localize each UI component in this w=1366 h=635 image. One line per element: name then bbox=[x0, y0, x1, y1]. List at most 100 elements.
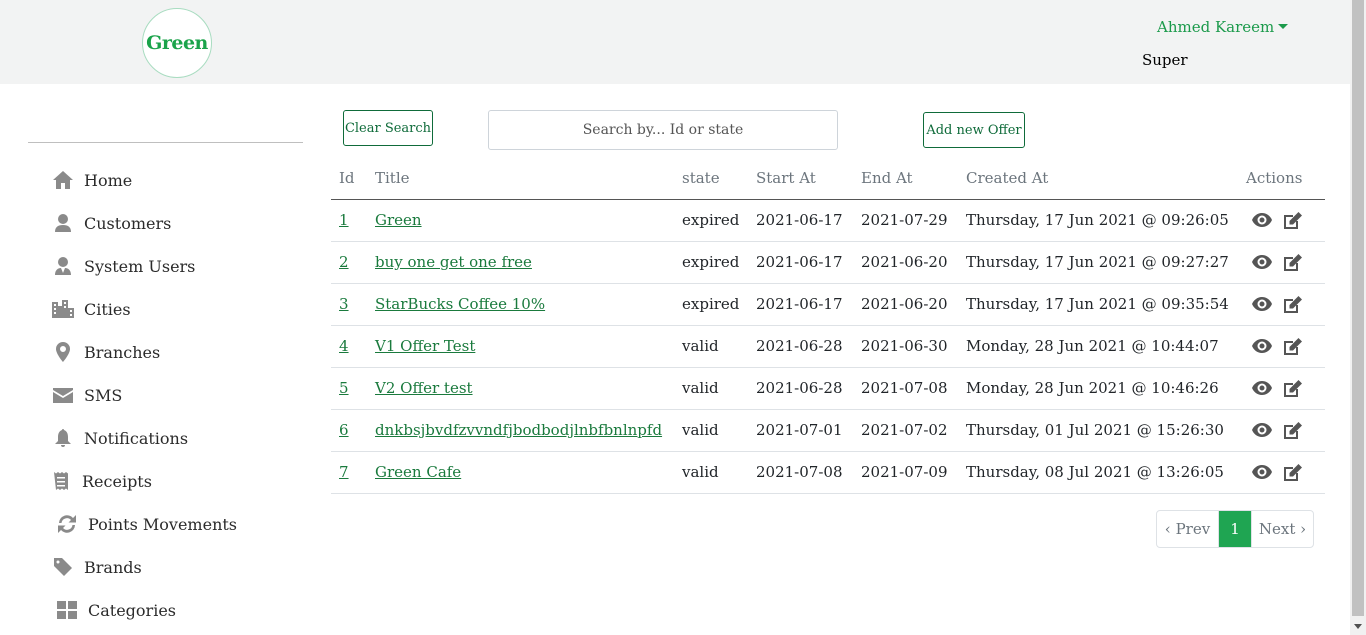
cell-state: expired bbox=[674, 283, 748, 326]
sidebar-item-label: Notifications bbox=[84, 428, 189, 448]
sidebar-item-label: Cities bbox=[84, 299, 131, 319]
vertical-scrollbar[interactable] bbox=[1350, 0, 1366, 635]
sidebar-item-notifications[interactable]: Notifications bbox=[52, 425, 188, 451]
sidebar-item-branches[interactable]: Branches bbox=[52, 339, 160, 365]
offer-title-link[interactable]: Green Cafe bbox=[375, 463, 461, 481]
user-menu-toggle[interactable]: Ahmed Kareem bbox=[1157, 18, 1289, 36]
column-header-title[interactable]: Title bbox=[367, 158, 674, 200]
bell-icon bbox=[52, 428, 74, 448]
column-header-created[interactable]: Created At bbox=[958, 158, 1238, 200]
table-row: 1 Green expired 2021-06-17 2021-07-29 Thursda… bbox=[331, 199, 1325, 242]
sidebar-item-sms[interactable]: SMS bbox=[52, 382, 122, 408]
cell-end: 2021-07-02 bbox=[853, 409, 958, 452]
cell-start: 2021-06-17 bbox=[748, 241, 853, 284]
cell-created: Monday, 28 Jun 2021 @ 10:46:26 bbox=[958, 367, 1238, 410]
search-input[interactable] bbox=[488, 110, 838, 150]
sidebar-item-points-movements[interactable]: Points Movements bbox=[56, 511, 237, 537]
scrollbar-thumb[interactable] bbox=[1352, 0, 1364, 616]
pagination: ‹ Prev 1 Next › bbox=[1156, 510, 1314, 548]
map-marker-icon bbox=[52, 342, 74, 362]
cell-state: valid bbox=[674, 367, 748, 410]
view-eye-icon[interactable] bbox=[1252, 423, 1272, 437]
cell-actions bbox=[1238, 283, 1325, 326]
clear-search-button[interactable]: Clear Search bbox=[343, 110, 433, 146]
sidebar-item-label: Brands bbox=[84, 557, 142, 577]
sidebar-item-label: Customers bbox=[84, 213, 172, 233]
column-header-state[interactable]: state bbox=[674, 158, 748, 200]
current-page-button[interactable]: 1 bbox=[1219, 511, 1251, 547]
cell-end: 2021-06-20 bbox=[853, 283, 958, 326]
edit-icon[interactable] bbox=[1284, 337, 1302, 355]
envelope-icon bbox=[52, 385, 74, 405]
cell-created: Thursday, 08 Jul 2021 @ 13:26:05 bbox=[958, 451, 1238, 494]
view-eye-icon[interactable] bbox=[1252, 465, 1272, 479]
column-header-start[interactable]: Start At bbox=[748, 158, 853, 200]
offer-title-link[interactable]: V1 Offer Test bbox=[375, 337, 475, 355]
cell-title: V2 Offer test bbox=[367, 367, 674, 410]
tag-icon bbox=[52, 557, 74, 577]
table-row: 7 Green Cafe valid 2021-07-08 2021-07-09 Thur… bbox=[331, 451, 1325, 494]
offer-title-link[interactable]: buy one get one free bbox=[375, 253, 532, 271]
sidebar-item-label: Points Movements bbox=[88, 514, 238, 534]
sidebar-item-label: Receipts bbox=[82, 471, 152, 491]
edit-icon[interactable] bbox=[1284, 295, 1302, 313]
user-icon bbox=[52, 213, 74, 233]
cell-state: expired bbox=[674, 199, 748, 242]
next-page-button[interactable]: Next › bbox=[1251, 511, 1313, 547]
column-header-end[interactable]: End At bbox=[853, 158, 958, 200]
view-eye-icon[interactable] bbox=[1252, 255, 1272, 269]
cell-start: 2021-06-17 bbox=[748, 283, 853, 326]
edit-icon[interactable] bbox=[1284, 211, 1302, 229]
view-eye-icon[interactable] bbox=[1252, 213, 1272, 227]
cell-title: buy one get one free bbox=[367, 241, 674, 284]
cell-state: valid bbox=[674, 451, 748, 494]
cell-id: 4 bbox=[331, 325, 367, 368]
cell-state: expired bbox=[674, 241, 748, 284]
prev-page-button[interactable]: ‹ Prev bbox=[1157, 511, 1219, 547]
edit-icon[interactable] bbox=[1284, 463, 1302, 481]
offer-id-link[interactable]: 5 bbox=[339, 379, 349, 397]
home-icon bbox=[52, 170, 74, 190]
offer-title-link[interactable]: dnkbsjbvdfzvvndfjbodbodjlnbfbnlnpfd bbox=[375, 421, 662, 439]
user-role: Super bbox=[1142, 51, 1188, 69]
add-offer-button[interactable]: Add new Offer bbox=[923, 112, 1025, 148]
cell-end: 2021-07-08 bbox=[853, 367, 958, 410]
sidebar-item-home[interactable]: Home bbox=[52, 167, 132, 193]
cell-start: 2021-06-17 bbox=[748, 199, 853, 242]
offer-title-link[interactable]: StarBucks Coffee 10% bbox=[375, 295, 545, 313]
view-eye-icon[interactable] bbox=[1252, 339, 1272, 353]
sidebar-item-brands[interactable]: Brands bbox=[52, 554, 142, 580]
cell-actions bbox=[1238, 409, 1325, 452]
sidebar-item-customers[interactable]: Customers bbox=[52, 210, 171, 236]
cell-created: Monday, 28 Jun 2021 @ 10:44:07 bbox=[958, 325, 1238, 368]
offer-title-link[interactable]: V2 Offer test bbox=[375, 379, 473, 397]
edit-icon[interactable] bbox=[1284, 379, 1302, 397]
column-header-actions: Actions bbox=[1238, 158, 1325, 200]
cell-title: StarBucks Coffee 10% bbox=[367, 283, 674, 326]
cell-created: Thursday, 17 Jun 2021 @ 09:35:54 bbox=[958, 283, 1238, 326]
sidebar-item-label: Categories bbox=[88, 600, 176, 620]
offer-id-link[interactable]: 4 bbox=[339, 337, 349, 355]
offer-id-link[interactable]: 2 bbox=[339, 253, 349, 271]
sidebar-item-categories[interactable]: Categories bbox=[56, 597, 176, 623]
brand-logo[interactable]: Green bbox=[142, 8, 212, 78]
sidebar-item-system-users[interactable]: System Users bbox=[52, 253, 195, 279]
offer-id-link[interactable]: 3 bbox=[339, 295, 349, 313]
column-header-id[interactable]: Id bbox=[331, 158, 367, 200]
offer-id-link[interactable]: 7 bbox=[339, 463, 349, 481]
sidebar-item-cities[interactable]: Cities bbox=[52, 296, 131, 322]
cell-id: 6 bbox=[331, 409, 367, 452]
offer-id-link[interactable]: 6 bbox=[339, 421, 349, 439]
view-eye-icon[interactable] bbox=[1252, 381, 1272, 395]
scroll-down-arrow-icon[interactable] bbox=[1354, 624, 1362, 629]
table-row: 2 buy one get one free expired 2021-06-17 20… bbox=[331, 241, 1325, 284]
table-row: 4 V1 Offer Test valid 2021-06-28 2021-06-30 M… bbox=[331, 325, 1325, 368]
cell-end: 2021-06-30 bbox=[853, 325, 958, 368]
edit-icon[interactable] bbox=[1284, 253, 1302, 271]
offer-id-link[interactable]: 1 bbox=[339, 211, 349, 229]
sync-icon bbox=[56, 514, 78, 534]
view-eye-icon[interactable] bbox=[1252, 297, 1272, 311]
sidebar-item-receipts[interactable]: Receipts bbox=[50, 468, 152, 494]
offer-title-link[interactable]: Green bbox=[375, 211, 422, 229]
edit-icon[interactable] bbox=[1284, 421, 1302, 439]
